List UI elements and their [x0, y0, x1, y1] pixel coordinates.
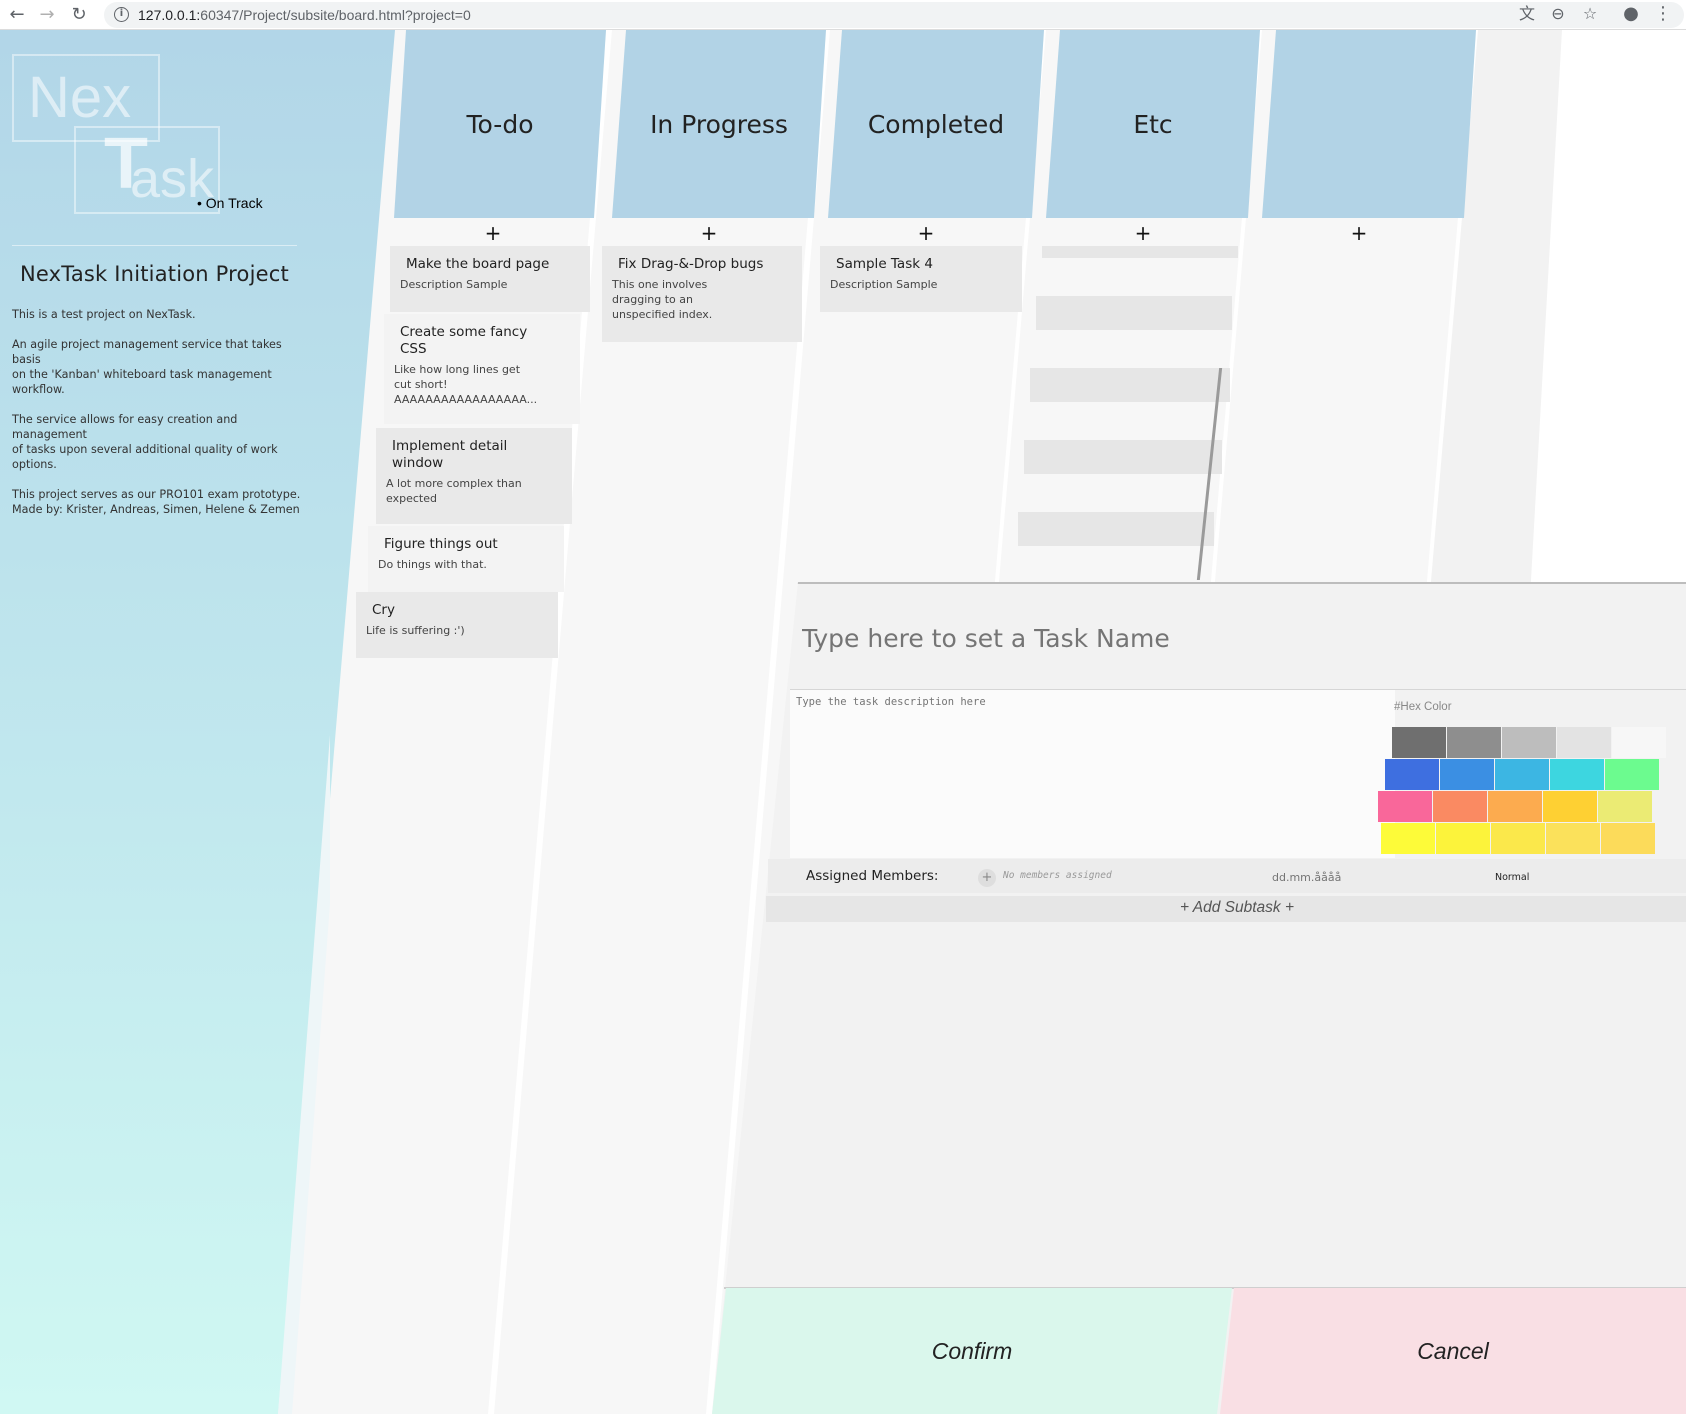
- add-task-button-todo[interactable]: +: [473, 218, 513, 248]
- task-card[interactable]: Figure things out Do things with that.: [368, 526, 564, 592]
- color-swatch[interactable]: [1378, 791, 1432, 822]
- color-swatch[interactable]: [1612, 727, 1666, 758]
- empty-card-slot: [1024, 440, 1222, 474]
- column-header-completed[interactable]: Completed: [828, 30, 1044, 218]
- confirm-button[interactable]: Confirm: [712, 1288, 1232, 1414]
- color-swatch[interactable]: [1546, 823, 1600, 854]
- color-swatch[interactable]: [1447, 727, 1501, 758]
- card-description: Do things with that.: [378, 558, 487, 571]
- confirm-label: Confirm: [931, 1337, 1013, 1364]
- card-title: Implement detail window: [392, 438, 508, 471]
- color-swatch[interactable]: [1491, 823, 1545, 854]
- color-swatch[interactable]: [1385, 759, 1439, 790]
- project-description: This is a test project on NexTask. An ag…: [12, 307, 312, 532]
- task-name-input[interactable]: [800, 608, 1660, 668]
- color-swatch[interactable]: [1543, 791, 1597, 822]
- no-members-text: No members assigned: [1003, 870, 1112, 881]
- column-title: Etc: [1133, 109, 1173, 139]
- column-header-todo[interactable]: To-do: [394, 30, 606, 218]
- add-task-button-etc[interactable]: +: [1123, 218, 1163, 248]
- star-icon[interactable]: ☆: [1579, 3, 1601, 25]
- card-description: Description Sample: [830, 278, 938, 291]
- translate-icon[interactable]: 文: [1516, 3, 1538, 25]
- back-icon[interactable]: ←: [6, 4, 28, 26]
- hex-color-label[interactable]: #Hex Color: [1394, 701, 1452, 713]
- column-header-inprogress[interactable]: In Progress: [612, 30, 826, 218]
- color-swatch[interactable]: [1381, 823, 1435, 854]
- due-date-input[interactable]: [1270, 870, 1350, 885]
- card-description: This one involves dragging to an unspeci…: [612, 278, 713, 321]
- menu-icon[interactable]: ⋮: [1652, 3, 1674, 25]
- color-swatch[interactable]: [1601, 823, 1655, 854]
- task-card[interactable]: Sample Task 4 Description Sample: [820, 246, 1022, 312]
- logo-text: Nex: [28, 65, 132, 130]
- color-swatch[interactable]: [1598, 791, 1652, 822]
- description-paragraph: The service allows for easy creation and…: [12, 413, 278, 471]
- assigned-members-label: Assigned Members:: [806, 868, 939, 884]
- description-paragraph: An agile project management service that…: [12, 338, 282, 396]
- empty-card-slot: [1018, 512, 1214, 546]
- column-header-5[interactable]: [1262, 30, 1476, 218]
- task-card[interactable]: Fix Drag-&-Drop bugs This one involves d…: [602, 246, 802, 342]
- url-path: 60347/Project/subsite/board.html?project…: [200, 7, 471, 23]
- card-description: Life is suffering :'): [366, 624, 465, 637]
- add-task-button-inprogress[interactable]: +: [689, 218, 729, 248]
- task-card[interactable]: Implement detail window A lot more compl…: [376, 428, 572, 524]
- cancel-button[interactable]: Cancel: [1220, 1288, 1686, 1414]
- browser-toolbar: ← → ↻ i 127.0.0.1:60347/Project/subsite/…: [0, 0, 1686, 30]
- card-description: Like how long lines get cut short! AAAAA…: [394, 363, 538, 406]
- color-swatch[interactable]: [1550, 759, 1604, 790]
- description-paragraph: This is a test project on NexTask.: [12, 308, 196, 321]
- color-swatch[interactable]: [1433, 791, 1487, 822]
- empty-card-slot: [1036, 296, 1232, 330]
- empty-card-slot: [1030, 368, 1230, 402]
- card-title: Create some fancy CSS: [400, 324, 528, 357]
- card-title: Make the board page: [406, 256, 550, 272]
- url-text[interactable]: 127.0.0.1:60347/Project/subsite/board.ht…: [138, 7, 471, 23]
- task-card[interactable]: Create some fancy CSS Like how long line…: [384, 314, 580, 424]
- add-task-button-completed[interactable]: +: [906, 218, 946, 248]
- color-swatch[interactable]: [1605, 759, 1659, 790]
- color-swatch[interactable]: [1392, 727, 1446, 758]
- card-description: Description Sample: [400, 278, 508, 291]
- empty-card-slot: [1042, 246, 1238, 258]
- card-title: Figure things out: [384, 536, 498, 552]
- color-swatch[interactable]: [1502, 727, 1556, 758]
- color-swatch[interactable]: [1488, 791, 1542, 822]
- column-title: In Progress: [650, 109, 788, 139]
- description-paragraph: This project serves as our PRO101 exam p…: [12, 488, 301, 516]
- column-header-etc[interactable]: Etc: [1046, 30, 1260, 218]
- account-icon[interactable]: ●: [1620, 3, 1642, 25]
- color-swatch[interactable]: [1495, 759, 1549, 790]
- site-info-icon[interactable]: i: [114, 7, 129, 22]
- zoom-icon[interactable]: ⊖: [1547, 3, 1569, 25]
- color-swatch[interactable]: [1440, 759, 1494, 790]
- card-title: Cry: [372, 602, 395, 618]
- divider: [12, 245, 297, 246]
- color-swatch[interactable]: [1557, 727, 1611, 758]
- url-host: 127.0.0.1:: [138, 7, 201, 23]
- reload-icon[interactable]: ↻: [68, 4, 90, 26]
- project-title: NexTask Initiation Project: [20, 262, 289, 286]
- add-member-icon[interactable]: +: [978, 869, 996, 887]
- priority-select[interactable]: Normal: [1495, 872, 1529, 883]
- color-swatch[interactable]: [1436, 823, 1490, 854]
- task-description-input[interactable]: [794, 694, 1384, 844]
- column-title: Completed: [867, 109, 1005, 139]
- forward-icon[interactable]: →: [36, 4, 58, 26]
- task-card[interactable]: Make the board page Description Sample: [390, 246, 590, 312]
- add-subtask-button[interactable]: + Add Subtask +: [1180, 899, 1294, 917]
- project-status: • On Track: [197, 195, 263, 211]
- cancel-label: Cancel: [1417, 1337, 1489, 1364]
- column-title: To-do: [466, 109, 534, 139]
- card-title: Fix Drag-&-Drop bugs: [618, 256, 764, 272]
- task-card[interactable]: Cry Life is suffering :'): [356, 592, 558, 658]
- address-bar[interactable]: i 127.0.0.1:60347/Project/subsite/board.…: [104, 2, 1684, 28]
- card-description: A lot more complex than expected: [386, 477, 522, 505]
- card-title: Sample Task 4: [836, 256, 933, 272]
- add-task-button-5[interactable]: +: [1339, 218, 1379, 248]
